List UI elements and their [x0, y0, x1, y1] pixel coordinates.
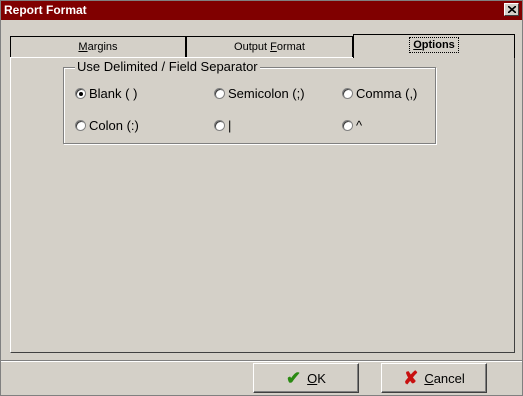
cancel-button[interactable]: ✘ Cancel — [381, 363, 487, 393]
radio-checked-icon — [75, 88, 86, 99]
radio-semicolon[interactable]: Semicolon (;) — [214, 86, 305, 101]
radio-pipe[interactable]: | — [214, 118, 231, 133]
tab-output-format-label: Output Format — [234, 41, 305, 53]
radio-label: Colon (:) — [89, 118, 139, 133]
checkmark-icon: ✔ — [286, 368, 302, 388]
radio-label: Blank ( ) — [89, 86, 138, 101]
radio-blank[interactable]: Blank ( ) — [75, 86, 137, 101]
close-button[interactable] — [504, 3, 519, 16]
radio-unchecked-icon — [214, 120, 225, 131]
report-format-dialog: Report Format Margins Output Format Opti… — [0, 0, 523, 396]
group-label: Use Delimited / Field Separator — [75, 59, 260, 74]
ok-button-label: OK — [307, 370, 326, 386]
radio-caret[interactable]: ^ — [342, 118, 362, 133]
button-bar-separator — [1, 360, 522, 362]
tab-margins[interactable]: Margins — [10, 36, 186, 58]
close-icon — [507, 6, 516, 13]
x-icon: ✘ — [403, 368, 419, 388]
radio-unchecked-icon — [342, 120, 353, 131]
radio-colon[interactable]: Colon (:) — [75, 118, 139, 133]
radio-label: Semicolon (;) — [228, 86, 305, 101]
tab-output-format[interactable]: Output Format — [186, 36, 353, 58]
radio-comma[interactable]: Comma (,) — [342, 86, 417, 101]
tab-options-label: Options — [409, 37, 459, 53]
radio-unchecked-icon — [342, 88, 353, 99]
cancel-button-label: Cancel — [424, 370, 465, 386]
tab-options[interactable]: Options — [353, 34, 515, 58]
radio-label: ^ — [356, 118, 363, 133]
window-title: Report Format — [4, 3, 87, 17]
field-separator-group: Use Delimited / Field Separator Blank ( … — [63, 59, 436, 144]
title-bar[interactable]: Report Format — [1, 1, 522, 20]
ok-button[interactable]: ✔ OK — [253, 363, 359, 393]
tab-margins-label: Margins — [78, 41, 118, 53]
radio-label: Comma (,) — [356, 86, 418, 101]
radio-unchecked-icon — [214, 88, 225, 99]
radio-label: | — [228, 118, 232, 133]
radio-unchecked-icon — [75, 120, 86, 131]
